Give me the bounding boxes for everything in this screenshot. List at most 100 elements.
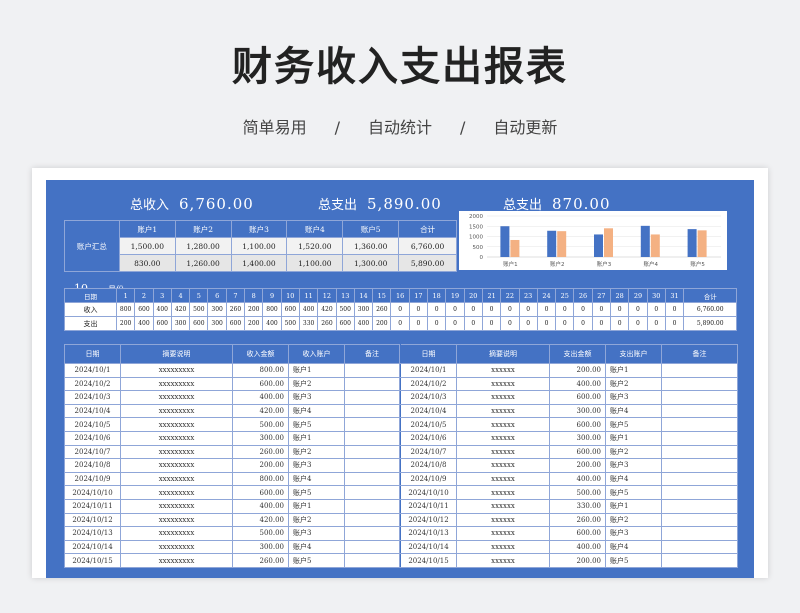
expense-summary-cell[interactable]: xxxxxx xyxy=(456,553,550,568)
income-note-cell[interactable] xyxy=(344,512,400,528)
income-date-cell[interactable]: 2024/10/13 xyxy=(64,526,121,541)
daily-expense-cell[interactable]: 200 xyxy=(115,316,136,331)
account-income-cell[interactable]: 1,280.00 xyxy=(174,237,232,255)
daily-income-cell[interactable]: 0 xyxy=(536,302,557,317)
daily-income-cell[interactable]: 420 xyxy=(317,302,337,317)
expense-date-cell[interactable]: 2024/10/2 xyxy=(400,376,457,392)
daily-expense-cell[interactable]: 0 xyxy=(445,316,465,331)
income-summary-cell[interactable]: xxxxxxxxx xyxy=(120,553,233,568)
expense-summary-cell[interactable]: xxxxxx xyxy=(456,376,550,392)
daily-expense-cell[interactable]: 600 xyxy=(189,316,209,331)
chart-bar[interactable] xyxy=(604,228,613,257)
expense-account-cell[interactable]: 账户5 xyxy=(605,417,662,432)
expense-summary-cell[interactable]: xxxxxx xyxy=(456,430,550,446)
expense-account-cell[interactable]: 账户3 xyxy=(605,526,662,541)
income-summary-cell[interactable]: xxxxxxxxx xyxy=(120,539,233,555)
chart-bar[interactable] xyxy=(594,234,603,257)
income-note-cell[interactable] xyxy=(344,376,400,392)
daily-income-cell[interactable]: 800 xyxy=(115,302,136,317)
expense-amount-cell[interactable]: 200.00 xyxy=(549,458,606,473)
daily-income-cell[interactable]: 0 xyxy=(445,302,465,317)
expense-date-cell[interactable]: 2024/10/11 xyxy=(400,498,457,514)
daily-income-cell[interactable]: 0 xyxy=(500,302,520,317)
daily-income-cell[interactable]: 600 xyxy=(134,302,154,317)
expense-date-cell[interactable]: 2024/10/15 xyxy=(400,553,457,568)
expense-account-cell[interactable]: 账户1 xyxy=(605,363,662,378)
income-note-cell[interactable] xyxy=(344,553,400,568)
daily-income-cell[interactable]: 500 xyxy=(335,302,355,317)
expense-date-cell[interactable]: 2024/10/13 xyxy=(400,526,457,541)
expense-note-cell[interactable] xyxy=(661,444,738,460)
income-note-cell[interactable] xyxy=(344,444,400,460)
income-account-cell[interactable]: 账户3 xyxy=(288,390,345,405)
account-expense-cell[interactable]: 830.00 xyxy=(118,254,176,272)
income-amount-cell[interactable]: 600.00 xyxy=(232,376,289,392)
expense-date-cell[interactable]: 2024/10/3 xyxy=(400,390,457,405)
daily-income-cell[interactable]: 0 xyxy=(610,302,630,317)
daily-income-total[interactable]: 6,760.00 xyxy=(683,302,738,317)
expense-summary-cell[interactable]: xxxxxx xyxy=(456,390,550,405)
income-date-cell[interactable]: 2024/10/8 xyxy=(64,458,121,473)
income-date-cell[interactable]: 2024/10/3 xyxy=(64,390,121,405)
income-amount-cell[interactable]: 420.00 xyxy=(232,512,289,528)
income-account-cell[interactable]: 账户2 xyxy=(288,444,345,460)
expense-note-cell[interactable] xyxy=(661,403,738,419)
income-amount-cell[interactable]: 400.00 xyxy=(232,390,289,405)
daily-income-cell[interactable]: 800 xyxy=(262,302,282,317)
income-account-cell[interactable]: 账户4 xyxy=(288,471,345,487)
expense-date-cell[interactable]: 2024/10/12 xyxy=(400,512,457,528)
daily-income-cell[interactable]: 0 xyxy=(427,302,447,317)
expense-summary-cell[interactable]: xxxxxx xyxy=(456,417,550,432)
expense-date-cell[interactable]: 2024/10/7 xyxy=(400,444,457,460)
expense-account-cell[interactable]: 账户4 xyxy=(605,471,662,487)
daily-expense-cell[interactable]: 400 xyxy=(134,316,154,331)
income-summary-cell[interactable]: xxxxxxxxx xyxy=(120,417,233,432)
income-date-cell[interactable]: 2024/10/10 xyxy=(64,485,121,500)
income-account-cell[interactable]: 账户4 xyxy=(288,539,345,555)
daily-expense-cell[interactable]: 300 xyxy=(207,316,227,331)
account-expense-cell[interactable]: 1,260.00 xyxy=(174,254,232,272)
income-note-cell[interactable] xyxy=(344,498,400,514)
income-summary-cell[interactable]: xxxxxxxxx xyxy=(120,512,233,528)
expense-amount-cell[interactable]: 200.00 xyxy=(549,553,606,568)
income-amount-cell[interactable]: 200.00 xyxy=(232,458,289,473)
income-account-cell[interactable]: 账户5 xyxy=(288,485,345,500)
income-account-cell[interactable]: 账户1 xyxy=(288,498,345,514)
account-income-cell[interactable]: 1,500.00 xyxy=(118,237,176,255)
income-amount-cell[interactable]: 600.00 xyxy=(232,485,289,500)
expense-date-cell[interactable]: 2024/10/4 xyxy=(400,403,457,419)
expense-account-cell[interactable]: 账户4 xyxy=(605,539,662,555)
daily-expense-cell[interactable]: 400 xyxy=(262,316,282,331)
daily-income-cell[interactable]: 0 xyxy=(646,302,666,317)
income-summary-cell[interactable]: xxxxxxxxx xyxy=(120,526,233,541)
expense-summary-cell[interactable]: xxxxxx xyxy=(456,539,550,555)
daily-expense-cell[interactable]: 0 xyxy=(573,316,593,331)
chart-bar[interactable] xyxy=(650,234,660,257)
daily-expense-cell[interactable]: 0 xyxy=(664,316,685,331)
daily-income-cell[interactable]: 300 xyxy=(207,302,227,317)
account-income-cell[interactable]: 1,100.00 xyxy=(230,237,288,255)
expense-amount-cell[interactable]: 400.00 xyxy=(549,471,606,487)
expense-amount-cell[interactable]: 500.00 xyxy=(549,485,606,500)
daily-income-cell[interactable]: 0 xyxy=(573,302,593,317)
account-chart[interactable]: 2000 1500 1000 500 0 账户1 账户2 账户3 账户4 账户5 xyxy=(459,211,727,270)
expense-note-cell[interactable] xyxy=(661,471,738,487)
income-note-cell[interactable] xyxy=(344,526,400,541)
account-expense-cell[interactable]: 1,300.00 xyxy=(342,254,400,272)
daily-expense-cell[interactable]: 0 xyxy=(518,316,538,331)
income-account-cell[interactable]: 账户5 xyxy=(288,553,345,568)
daily-expense-cell[interactable]: 200 xyxy=(244,316,264,331)
expense-date-cell[interactable]: 2024/10/8 xyxy=(400,458,457,473)
income-note-cell[interactable] xyxy=(344,390,400,405)
income-account-cell[interactable]: 账户3 xyxy=(288,458,345,473)
expense-note-cell[interactable] xyxy=(661,430,738,446)
expense-note-cell[interactable] xyxy=(661,553,738,568)
daily-expense-total[interactable]: 5,890.00 xyxy=(683,316,738,331)
income-note-cell[interactable] xyxy=(344,417,400,432)
income-amount-cell[interactable]: 800.00 xyxy=(232,363,289,378)
daily-income-cell[interactable]: 260 xyxy=(225,302,246,317)
daily-expense-cell[interactable]: 500 xyxy=(280,316,300,331)
expense-note-cell[interactable] xyxy=(661,512,738,528)
daily-expense-cell[interactable]: 260 xyxy=(317,316,337,331)
income-summary-cell[interactable]: xxxxxxxxx xyxy=(120,376,233,392)
